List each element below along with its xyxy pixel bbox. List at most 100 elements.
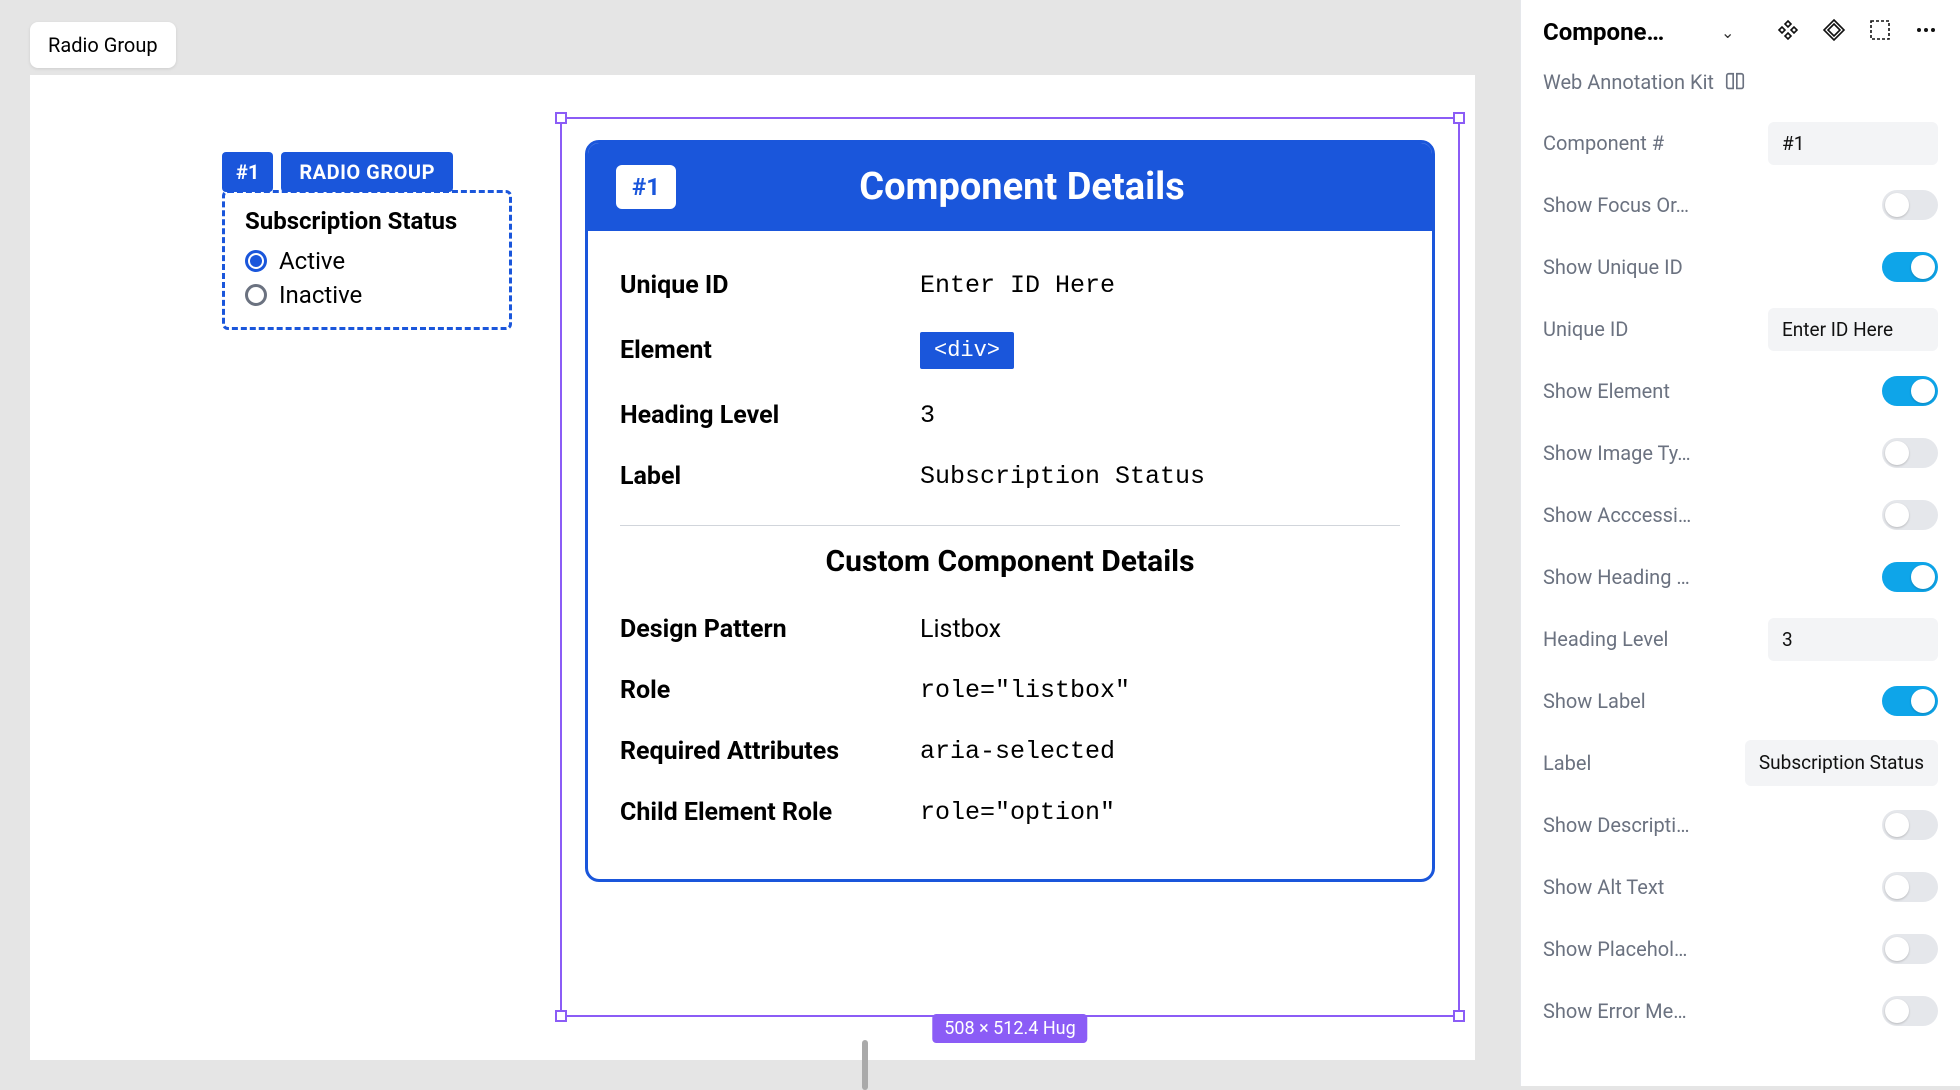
toggle-show-unique-id[interactable]: [1882, 252, 1938, 282]
resize-handle-tr[interactable]: [1453, 112, 1465, 124]
row-label: Child Element Role: [620, 798, 920, 827]
frame-icon[interactable]: [1868, 18, 1892, 46]
row-label: Design Pattern: [620, 615, 920, 644]
prop-heading-level: Heading Level 3: [1543, 608, 1938, 670]
prop-label: Unique ID: [1543, 317, 1628, 341]
radio-option-active[interactable]: Active: [245, 247, 489, 275]
radio-group-annotation[interactable]: #1 RADIO GROUP Subscription Status Activ…: [222, 152, 512, 330]
resize-handle-br[interactable]: [1453, 1010, 1465, 1022]
prop-show-error-message: Show Error Me…: [1543, 980, 1938, 1042]
toggle-show-element[interactable]: [1882, 376, 1938, 406]
toggle-show-alt-text[interactable]: [1882, 872, 1938, 902]
row-label: Label: [620, 462, 920, 491]
prop-value[interactable]: 3: [1768, 618, 1938, 661]
prop-component-number: Component # #1: [1543, 112, 1938, 174]
radio-option-label: Inactive: [279, 281, 362, 309]
prop-show-focus-order: Show Focus Or…: [1543, 174, 1938, 236]
row-label: Role: [620, 676, 920, 705]
scrollbar[interactable]: [862, 1040, 868, 1090]
prop-label: Show Error Me…: [1543, 999, 1687, 1023]
prop-show-element: Show Element: [1543, 360, 1938, 422]
design-canvas[interactable]: #1 RADIO GROUP Subscription Status Activ…: [30, 75, 1475, 1060]
details-header-badge: #1: [616, 165, 676, 209]
row-value: aria-selected: [920, 737, 1115, 766]
radio-option-inactive[interactable]: Inactive: [245, 281, 489, 309]
panel-kit-link[interactable]: Web Annotation Kit: [1521, 64, 1960, 112]
chevron-down-icon[interactable]: ⌄: [1721, 23, 1734, 42]
toggle-show-accessibility[interactable]: [1882, 500, 1938, 530]
row-value: Enter ID Here: [920, 271, 1115, 300]
toggle-show-label[interactable]: [1882, 686, 1938, 716]
row-element: Element <div>: [620, 316, 1400, 385]
row-value: role="listbox": [920, 676, 1130, 705]
kit-label: Web Annotation Kit: [1543, 70, 1714, 94]
instance-icon[interactable]: [1822, 18, 1846, 46]
prop-show-alt-text: Show Alt Text: [1543, 856, 1938, 918]
row-value: Listbox: [920, 615, 1001, 644]
radio-group-title: Subscription Status: [245, 207, 489, 235]
radio-circle-selected-icon: [245, 250, 267, 272]
prop-label: Show Image Ty…: [1543, 441, 1691, 465]
prop-value[interactable]: Subscription Status: [1745, 740, 1938, 787]
row-label: Heading Level: [620, 401, 920, 430]
row-value: 3: [920, 401, 935, 430]
selection-size-badge: 508 × 512.4 Hug: [932, 1014, 1087, 1043]
toggle-show-error-message[interactable]: [1882, 996, 1938, 1026]
prop-label: Show Label: [1543, 689, 1646, 713]
prop-label: Heading Level: [1543, 627, 1668, 651]
prop-show-accessibility: Show Acccessi…: [1543, 484, 1938, 546]
row-heading-level: Heading Level 3: [620, 385, 1400, 446]
prop-label: Show Unique ID: [1543, 255, 1683, 279]
row-value: Subscription Status: [920, 462, 1205, 491]
toggle-show-placeholder[interactable]: [1882, 934, 1938, 964]
prop-unique-id: Unique ID Enter ID Here: [1543, 298, 1938, 360]
prop-label-value: Label Subscription Status: [1543, 732, 1938, 794]
row-child-role: Child Element Role role="option": [620, 782, 1400, 843]
row-label: Unique ID: [620, 271, 920, 300]
prop-label: Show Acccessi…: [1543, 503, 1691, 527]
resize-handle-tl[interactable]: [555, 112, 567, 124]
prop-show-unique-id: Show Unique ID: [1543, 236, 1938, 298]
details-header: #1 Component Details: [588, 143, 1432, 231]
row-label: Element: [620, 336, 920, 365]
panel-title[interactable]: Compone…: [1543, 18, 1713, 46]
custom-details-title: Custom Component Details: [620, 544, 1400, 579]
radio-circle-icon: [245, 284, 267, 306]
prop-label: Show Heading …: [1543, 565, 1690, 589]
element-chip: <div>: [920, 332, 1014, 369]
component-details-card[interactable]: #1 Component Details Unique ID Enter ID …: [585, 140, 1435, 882]
prop-value[interactable]: Enter ID Here: [1768, 308, 1938, 351]
component-icon[interactable]: [1776, 18, 1800, 46]
toggle-show-focus[interactable]: [1882, 190, 1938, 220]
prop-label: Show Element: [1543, 379, 1670, 403]
prop-show-heading-level: Show Heading …: [1543, 546, 1938, 608]
resize-handle-bl[interactable]: [555, 1010, 567, 1022]
annotation-name: RADIO GROUP: [281, 152, 453, 192]
prop-show-description: Show Descripti…: [1543, 794, 1938, 856]
toggle-show-image-type[interactable]: [1882, 438, 1938, 468]
more-icon[interactable]: [1914, 18, 1938, 46]
radio-option-label: Active: [279, 247, 345, 275]
row-value: role="option": [920, 798, 1115, 827]
radio-group-box: Subscription Status Active Inactive: [222, 190, 512, 330]
prop-label: Show Descripti…: [1543, 813, 1689, 837]
toggle-show-heading[interactable]: [1882, 562, 1938, 592]
prop-label: Show Placehol…: [1543, 937, 1687, 961]
toggle-show-description[interactable]: [1882, 810, 1938, 840]
divider: [620, 525, 1400, 526]
row-design-pattern: Design Pattern Listbox: [620, 599, 1400, 660]
row-required-attrs: Required Attributes aria-selected: [620, 721, 1400, 782]
book-icon: [1724, 71, 1746, 93]
prop-label: Label: [1543, 751, 1591, 775]
prop-label: Component #: [1543, 131, 1664, 155]
prop-show-label: Show Label: [1543, 670, 1938, 732]
prop-label: Show Alt Text: [1543, 875, 1664, 899]
row-role: Role role="listbox": [620, 660, 1400, 721]
prop-value[interactable]: #1: [1768, 122, 1938, 165]
toolbar-selection-pill[interactable]: Radio Group: [30, 22, 176, 68]
row-label: Label Subscription Status: [620, 446, 1400, 507]
row-unique-id: Unique ID Enter ID Here: [620, 255, 1400, 316]
panel-header: Compone… ⌄: [1521, 0, 1960, 64]
properties-panel: Compone… ⌄: [1520, 0, 1960, 1086]
row-label: Required Attributes: [620, 737, 920, 766]
